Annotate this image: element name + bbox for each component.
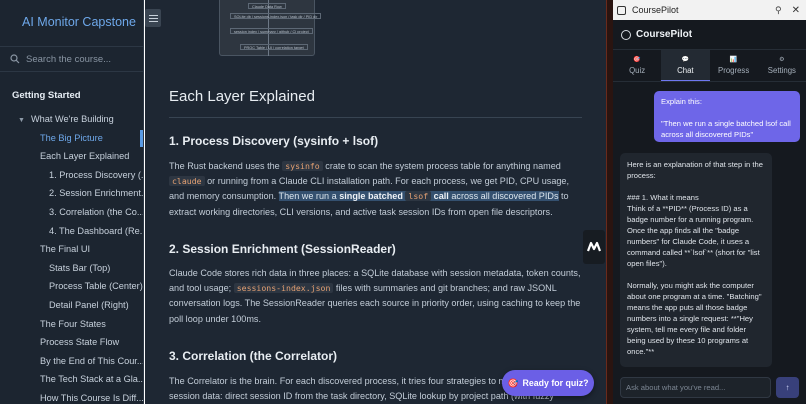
diagram-label: PROC Table / UI / correlation target [240, 44, 308, 50]
app-logo-icon [617, 5, 626, 15]
nav-item-each-layer-explained[interactable]: Each Layer Explained [0, 147, 143, 166]
nav-item-the-big-picture[interactable]: The Big Picture [0, 129, 143, 148]
diagram-label: session index / summary / github / CI pr… [230, 28, 313, 34]
nav-item-process-table[interactable]: Process Table (Center) [0, 277, 143, 296]
logo-icon [586, 241, 602, 252]
code-lsof: lsof [405, 191, 432, 202]
send-button[interactable]: ↑ [776, 377, 799, 398]
gear-icon: ⚙ [779, 57, 785, 63]
bar-chart-icon: 📊 [729, 57, 738, 63]
nav-item-process-state-flow[interactable]: Process State Flow [0, 333, 143, 352]
heading-session-enrichment: 2. Session Enrichment (SessionReader) [169, 242, 396, 256]
nav-item-session-enrichment[interactable]: 2. Session Enrichment... [0, 184, 143, 203]
nav-item-four-states[interactable]: The Four States [0, 315, 143, 334]
tab-settings[interactable]: ⚙ Settings [758, 50, 806, 81]
nav-item-course-different[interactable]: How This Course Is Diff... [0, 389, 143, 404]
side-toolbar-toggle[interactable] [583, 230, 605, 264]
paragraph-process-discovery: The Rust backend uses the sysinfo crate … [169, 161, 570, 217]
lesson-content: Claude Data Row SQLite db / sessions-ind… [145, 0, 606, 404]
paragraph-session-enrichment: Claude Code stores rich data in three pl… [169, 268, 581, 324]
chat-bubble-icon: 💬 [681, 56, 690, 63]
search-icon [10, 54, 20, 64]
architecture-diagram: Claude Data Row SQLite db / sessions-ind… [219, 0, 322, 56]
pin-icon[interactable]: ⚲ [775, 5, 782, 16]
panel-header: CoursePilot [613, 20, 806, 50]
tab-progress[interactable]: 📊 Progress [710, 50, 758, 81]
panel-tabs: 🎯 Quiz 💬 Chat 📊 Progress ⚙ Settings [613, 50, 806, 82]
close-icon[interactable]: ✕ [792, 5, 800, 16]
nav-item-end-of-course[interactable]: By the End of This Cour... [0, 352, 143, 371]
course-sidebar: AI Monitor Capstone Search the course...… [0, 0, 144, 404]
tab-chat[interactable]: 💬 Chat [661, 50, 710, 81]
section-heading: Each Layer Explained [169, 88, 315, 105]
panel-title: CoursePilot [636, 29, 693, 40]
nav-item-what-were-building[interactable]: ▼ What We're Building [0, 110, 143, 129]
diagram-label: Claude Data Row [248, 3, 286, 9]
search-input[interactable]: Search the course... [26, 54, 111, 65]
globe-icon [621, 29, 631, 40]
coursepilot-panel: CoursePilot ⚲ ✕ CoursePilot 🎯 Quiz 💬 Chat … [613, 0, 806, 404]
target-icon: 🎯 [633, 57, 641, 63]
heading-correlation: 3. Correlation (the Correlator) [169, 349, 338, 363]
nav-section-title: Getting Started [12, 90, 81, 101]
nav-item-correlation[interactable]: 3. Correlation (the Co... [0, 203, 143, 222]
selected-text: Then we run a single batched lsof call a… [278, 191, 559, 202]
tab-quiz[interactable]: 🎯 Quiz [613, 50, 661, 81]
hamburger-icon [148, 17, 158, 19]
nav-item-process-discovery[interactable]: 1. Process Discovery (... [0, 166, 143, 185]
target-icon: 🎯 [507, 377, 519, 388]
nav-item-tech-stack[interactable]: The Tech Stack at a Gla... [0, 370, 143, 389]
ready-for-quiz-button[interactable]: 🎯 Ready for quiz? [502, 370, 594, 396]
divider [169, 117, 582, 118]
course-title[interactable]: AI Monitor Capstone [0, 0, 143, 44]
diagram-label: SQLite db / sessions-index.json / task d… [230, 13, 322, 19]
nav-item-stats-bar[interactable]: Stats Bar (Top) [0, 259, 143, 278]
heading-process-discovery: 1. Process Discovery (sysinfo + lsof) [169, 134, 379, 148]
search-box[interactable]: Search the course... [0, 46, 143, 72]
user-message: Explain this: "Then we run a single batc… [654, 91, 800, 142]
window-split-border [606, 0, 613, 404]
nav-item-detail-panel[interactable]: Detail Panel (Right) [0, 296, 143, 315]
chat-input[interactable]: Ask about what you've read... [620, 377, 771, 398]
code-sessions-index: sessions-index.json [233, 283, 334, 294]
assistant-message: Here is an explanation of that step in t… [620, 153, 772, 367]
code-claude: claude [169, 176, 205, 187]
window-titlebar: CoursePilot ⚲ ✕ [613, 0, 806, 20]
course-nav: ▼ What We're Building The Big Picture Eac… [0, 110, 143, 404]
chevron-down-icon[interactable]: ▼ [18, 112, 28, 129]
code-sysinfo: sysinfo [282, 161, 323, 171]
window-title: CoursePilot [632, 5, 679, 15]
nav-item-final-ui[interactable]: The Final UI [0, 240, 143, 259]
nav-item-dashboard[interactable]: 4. The Dashboard (Re... [0, 222, 143, 241]
menu-toggle-button[interactable] [145, 9, 161, 27]
